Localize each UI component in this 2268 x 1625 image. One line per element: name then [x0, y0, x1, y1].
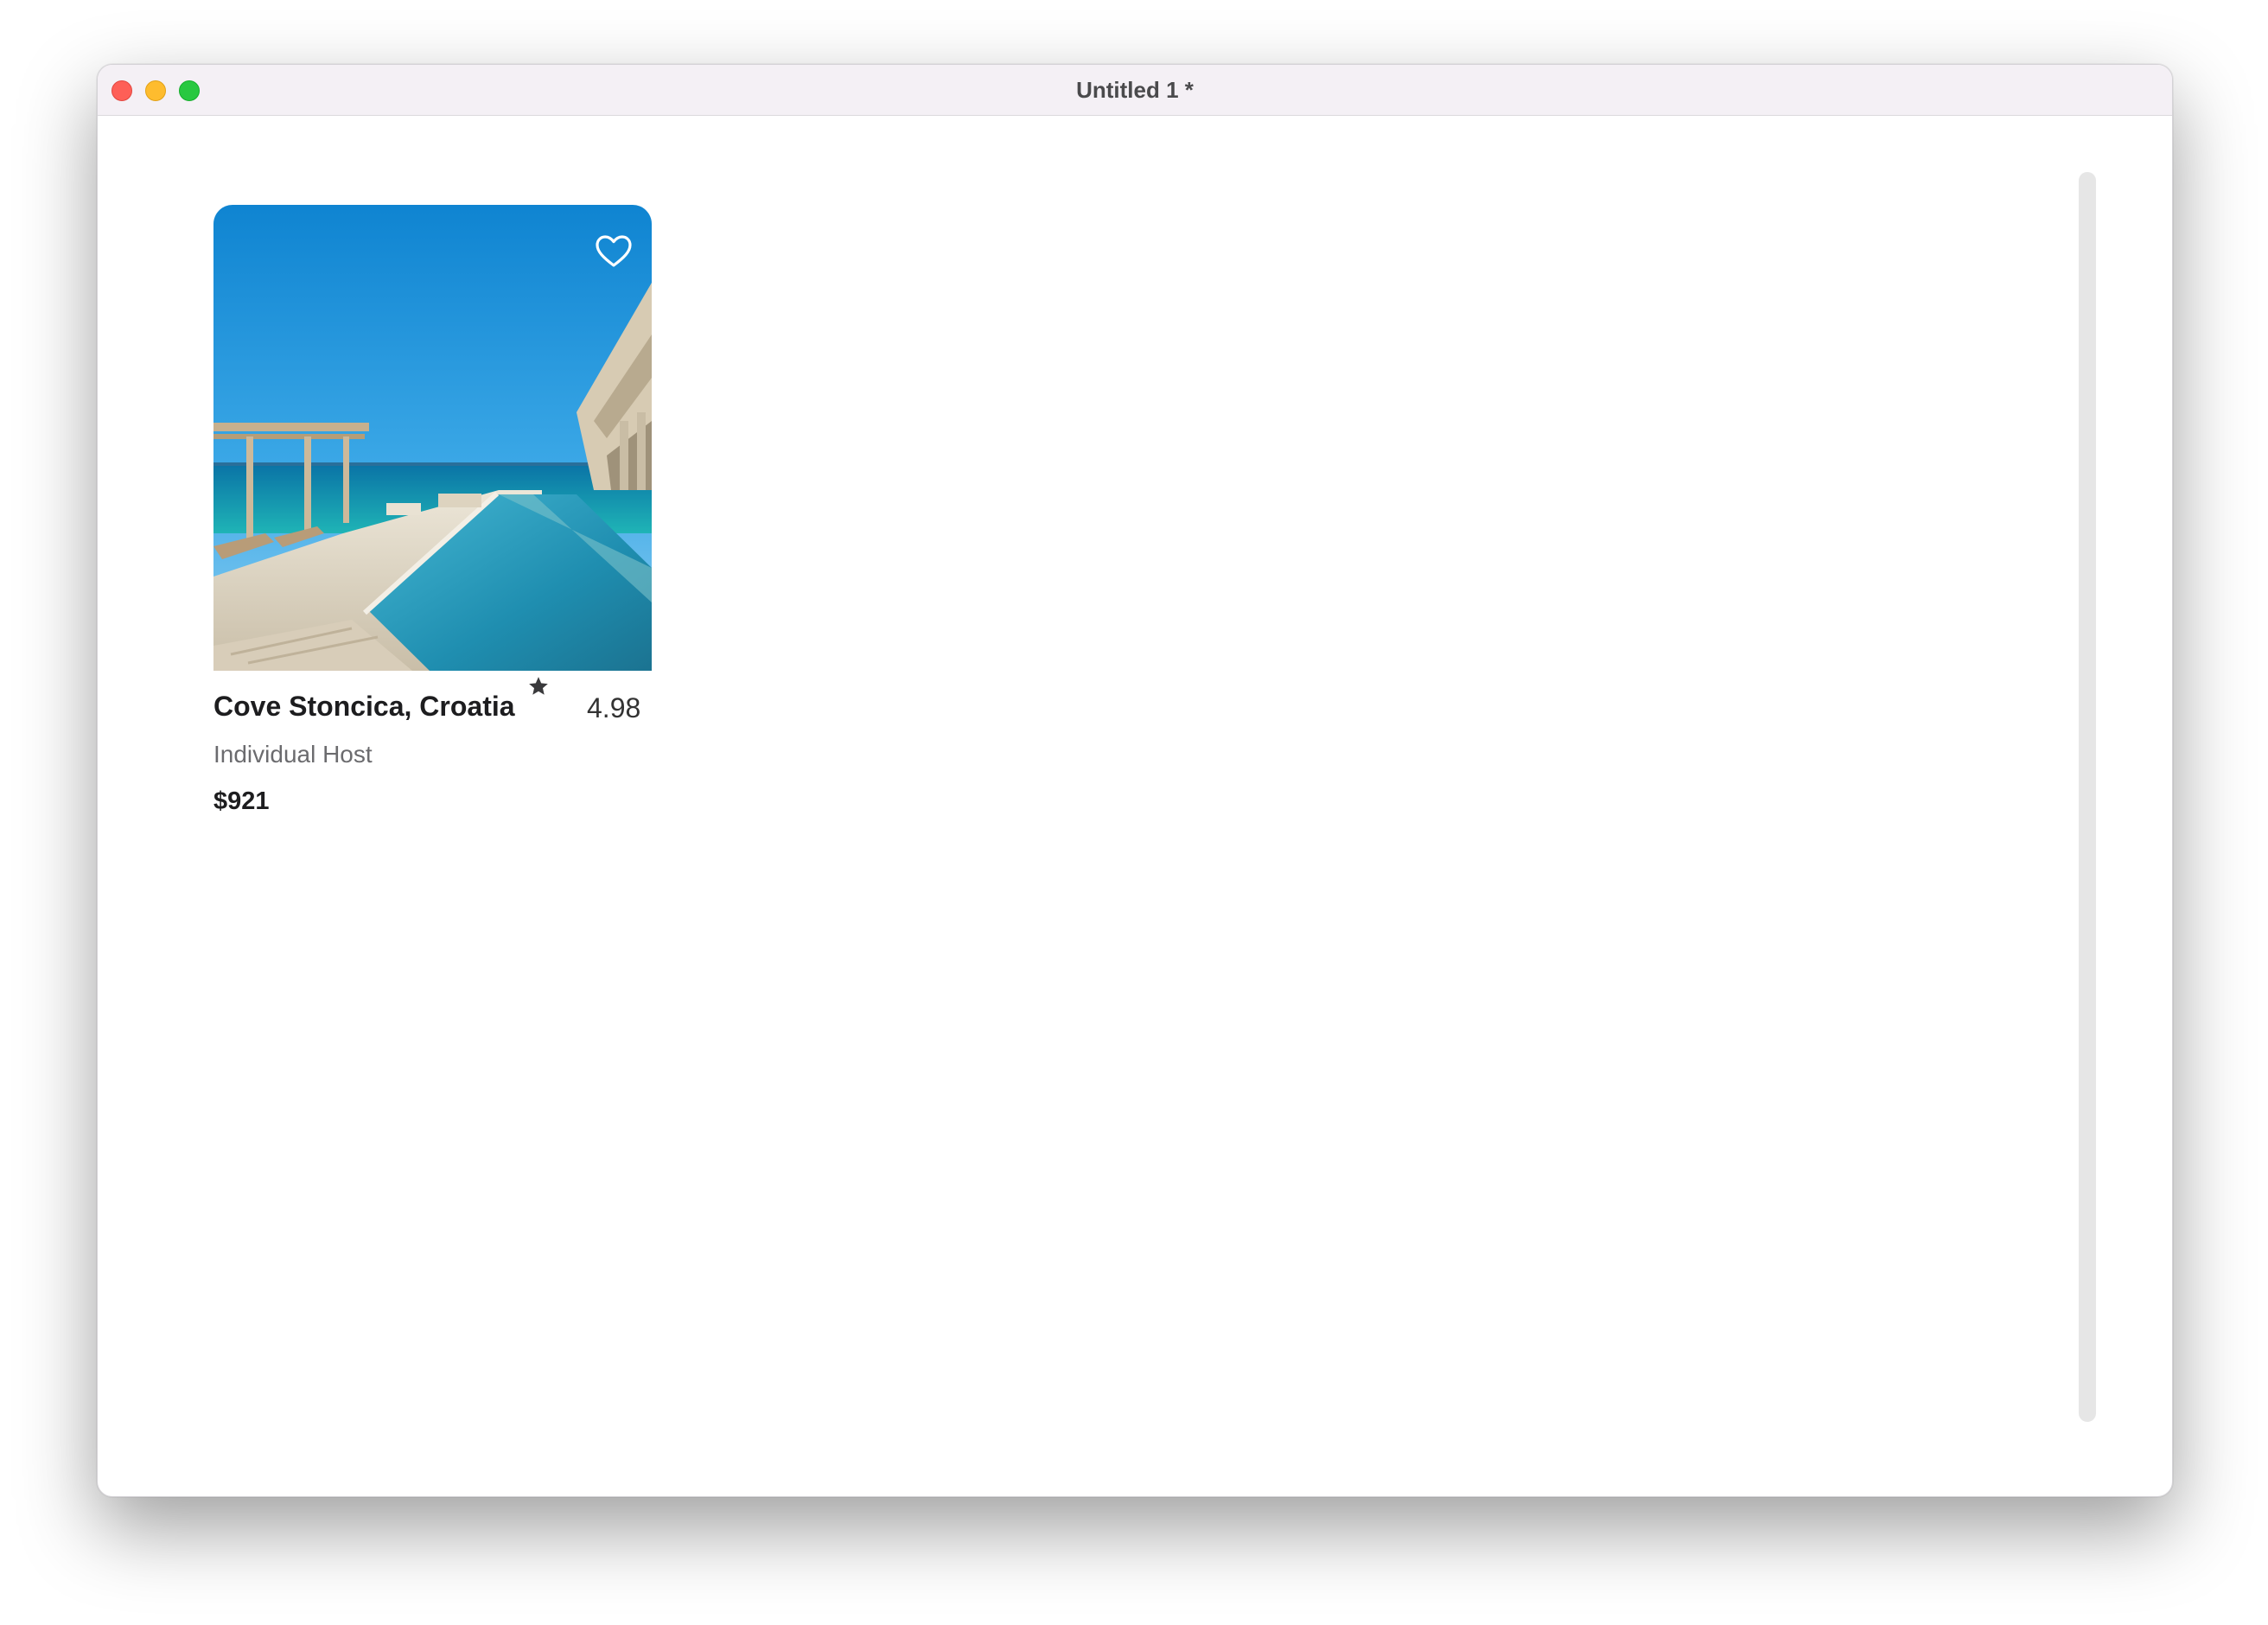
listing-price: $921 [213, 787, 270, 815]
vertical-scrollbar[interactable] [2079, 172, 2096, 1422]
title-bar[interactable]: Untitled 1 * [98, 65, 2172, 116]
listing-title[interactable]: Cove Stoncica, Croatia [213, 691, 515, 723]
window-title: Untitled 1 * [1076, 77, 1194, 103]
app-window: Untitled 1 * Cove Stoncica, Croatia 4.98… [97, 64, 2173, 1497]
listing-photo[interactable] [213, 205, 652, 671]
host-type: Individual Host [213, 741, 373, 768]
listing-rating: 4.98 [587, 692, 641, 723]
listing-card[interactable]: Cove Stoncica, Croatia 4.98 Individual H… [213, 205, 653, 815]
pool-seaside-image [213, 205, 652, 671]
star-icon [529, 677, 548, 695]
heart-outline-icon[interactable] [595, 234, 633, 269]
